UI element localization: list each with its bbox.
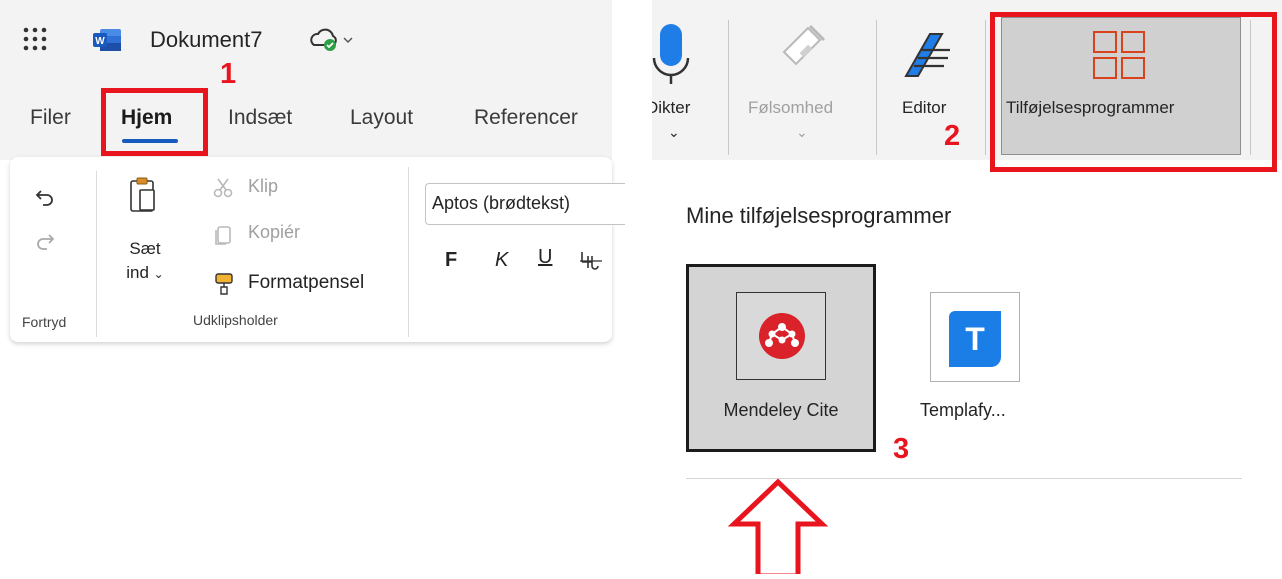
annotation-number-2: 2 [944,120,961,152]
templafy-glyph: T [965,321,985,357]
dictate-button-label[interactable]: Dikter [652,98,722,118]
strikethrough-icon[interactable] [578,248,612,274]
word-logo-icon: W [92,28,122,52]
paste-label-line2: ind ⌄ [126,263,164,282]
copy-icon[interactable] [212,224,234,246]
dictate-chevron-down-icon[interactable]: ⌄ [668,124,680,141]
templafy-label: Templafy... [920,400,1006,420]
microphone-icon[interactable] [652,22,692,88]
redo-icon[interactable] [33,230,57,254]
highlight-box-hjem [101,88,208,156]
addins-panel-heading: Mine tilføjelsesprogrammer [686,203,952,228]
templafy-icon: T [945,307,1005,367]
mendeley-icon [757,311,807,361]
underline-button[interactable]: U [538,246,552,269]
sensitivity-icon[interactable] [780,22,830,82]
italic-button[interactable]: K [495,249,508,272]
mendeley-label: Mendeley Cite [723,400,839,420]
paste-icon[interactable] [128,176,158,214]
annotation-number-1: 1 [220,58,237,90]
tab-filer[interactable]: Filer [30,106,71,130]
undo-group-label: Fortryd [22,314,67,330]
word-badge-letter: W [95,36,105,47]
highlight-box-addins [990,12,1277,172]
paste-label[interactable]: Sæt ind ⌄ [125,237,165,286]
annotation-number-3: 3 [893,433,910,465]
tab-layout[interactable]: Layout [350,106,413,130]
sensitivity-label[interactable]: Følsomhed [748,98,833,118]
document-title[interactable]: Dokument7 [150,27,263,53]
copy-label[interactable]: Kopiér [248,222,300,243]
tab-referencer[interactable]: Referencer [474,106,578,130]
editor-icon[interactable] [900,28,960,80]
tab-indsaet[interactable]: Indsæt [228,106,292,130]
cloud-saved-icon[interactable] [308,27,354,53]
chevron-down-icon: ⌄ [153,267,164,281]
cut-icon[interactable] [212,177,234,199]
sensitivity-chevron-down-icon[interactable]: ⌄ [796,124,808,141]
cut-label[interactable]: Klip [248,176,278,197]
clipboard-group-label: Udklipsholder [193,312,278,328]
paste-label-line1: Sæt [129,239,161,258]
word-titlebar-area [0,0,612,160]
up-arrow-annotation [727,478,829,579]
format-painter-icon[interactable] [213,272,235,296]
app-launcher-icon[interactable] [22,26,48,52]
undo-icon[interactable] [33,186,57,210]
editor-label[interactable]: Editor [902,98,946,118]
bold-button[interactable]: F [445,249,457,272]
font-name-value: Aptos (brødtekst) [432,193,571,213]
font-name-combobox[interactable]: Aptos (brødtekst) [425,183,625,225]
format-painter-label[interactable]: Formatpensel [248,272,364,294]
